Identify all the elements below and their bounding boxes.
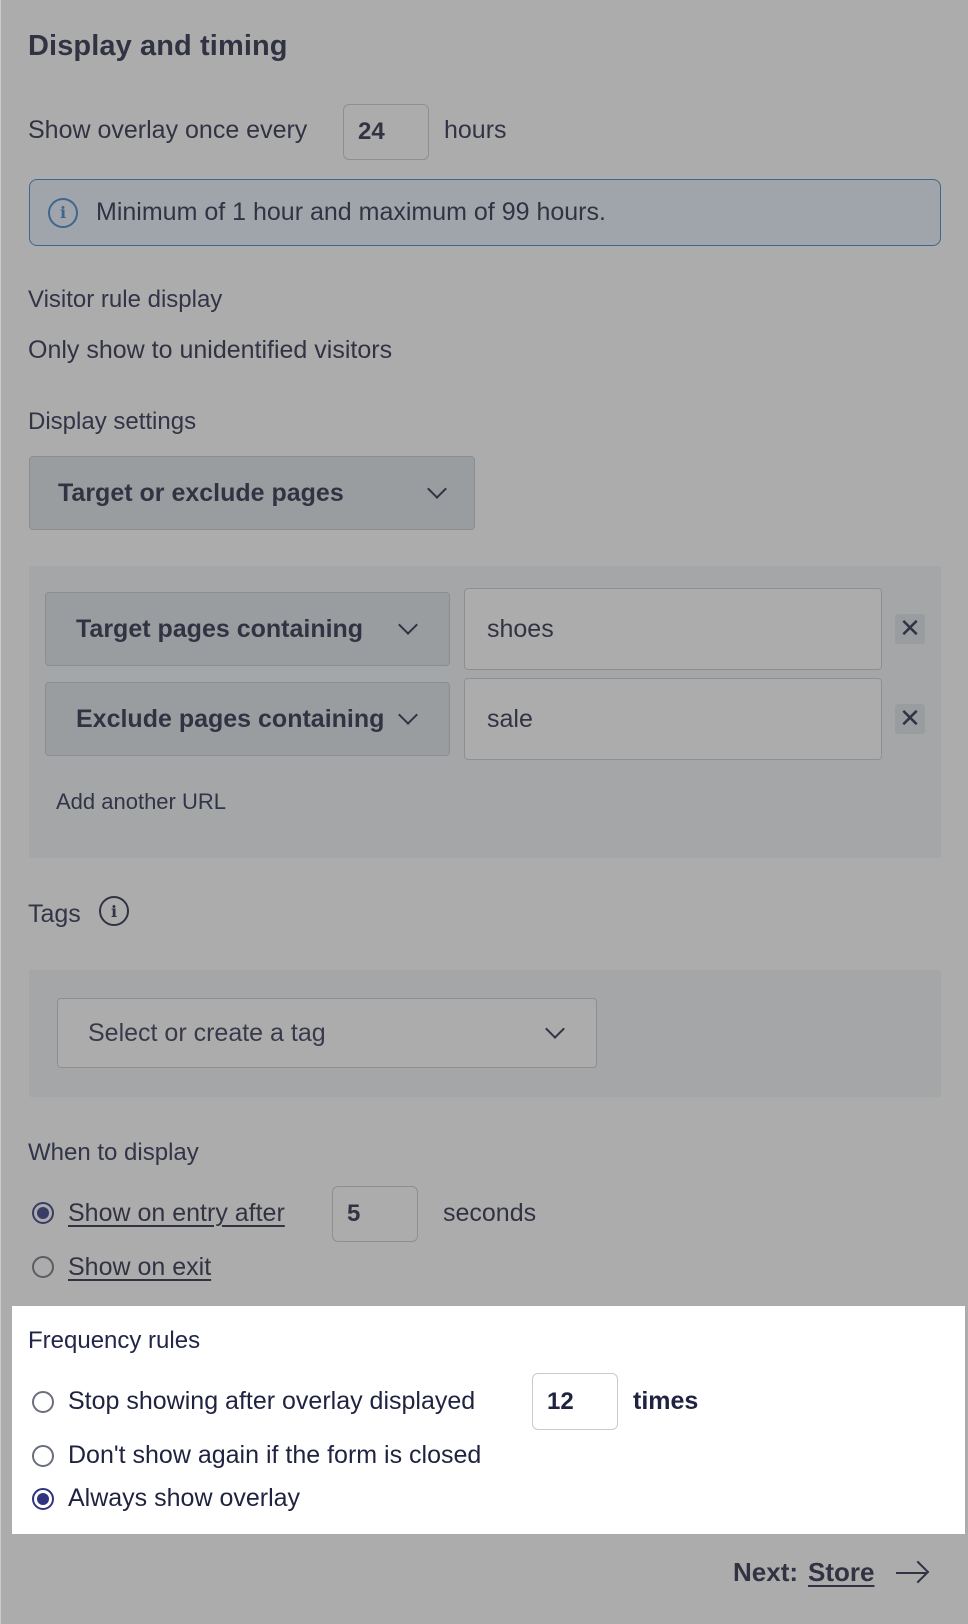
radio-show-on-exit[interactable]	[32, 1256, 54, 1278]
next-target: Store	[808, 1557, 875, 1587]
rule-type-select-1[interactable]: Target pages containing	[45, 592, 450, 666]
chevron-down-icon	[398, 705, 418, 725]
arrow-right-icon	[896, 1560, 930, 1585]
target-exclude-select[interactable]: Target or exclude pages	[29, 456, 475, 530]
chevron-down-icon	[427, 479, 447, 499]
radio-stop-showing[interactable]	[32, 1391, 54, 1413]
rule-type-select-2[interactable]: Exclude pages containing	[45, 682, 450, 756]
show-overlay-label: Show overlay once every	[28, 116, 308, 144]
radio-dont-show-closed[interactable]	[32, 1445, 54, 1467]
tag-select[interactable]: Select or create a tag	[57, 998, 597, 1068]
settings-page: Display and timing Show overlay once eve…	[0, 0, 968, 1624]
radio-show-on-entry[interactable]	[32, 1202, 54, 1224]
next-prefix: Next:	[733, 1557, 799, 1587]
rule-value-input-1[interactable]: shoes	[464, 588, 882, 670]
visitor-rule-label: Visitor rule display	[28, 286, 223, 313]
target-exclude-select-label: Target or exclude pages	[58, 478, 344, 507]
always-show-label[interactable]: Always show overlay	[68, 1484, 300, 1513]
info-alert: i Minimum of 1 hour and maximum of 99 ho…	[29, 179, 941, 246]
stop-times-input[interactable]: 12	[532, 1373, 618, 1430]
entry-seconds-input[interactable]: 5	[332, 1186, 418, 1242]
rule-type-label: Exclude pages containing	[76, 704, 385, 733]
chevron-down-icon	[398, 615, 418, 635]
seconds-suffix: seconds	[443, 1199, 537, 1227]
info-icon[interactable]: i	[99, 896, 129, 926]
frequency-rules-card: Frequency rules Stop showing after overl…	[12, 1306, 965, 1534]
add-url-link[interactable]: Add another URL	[56, 789, 226, 815]
chevron-down-icon	[545, 1019, 565, 1039]
when-to-display-label: When to display	[28, 1139, 199, 1166]
visitor-rule-value: Only show to unidentified visitors	[28, 336, 393, 364]
info-alert-text: Minimum of 1 hour and maximum of 99 hour…	[96, 198, 606, 226]
dont-show-closed-label[interactable]: Don't show again if the form is closed	[68, 1441, 481, 1470]
display-settings-label: Display settings	[28, 408, 197, 435]
rule-value-input-2[interactable]: sale	[464, 678, 882, 760]
show-on-entry-label[interactable]: Show on entry after	[68, 1199, 285, 1228]
hours-suffix: hours	[444, 116, 507, 144]
stop-showing-label[interactable]: Stop showing after overlay displayed	[68, 1387, 475, 1416]
section-title-display-timing: Display and timing	[28, 30, 288, 62]
tag-select-placeholder: Select or create a tag	[88, 1018, 326, 1047]
radio-always-show[interactable]	[32, 1488, 54, 1510]
close-icon[interactable]: ✕	[895, 614, 925, 644]
info-icon: i	[48, 197, 78, 228]
hours-input[interactable]: 24	[343, 104, 429, 160]
close-icon[interactable]: ✕	[895, 704, 925, 734]
rule-type-label: Target pages containing	[76, 614, 364, 643]
tags-label: Tags	[28, 900, 81, 928]
times-suffix: times	[633, 1387, 699, 1415]
dim-overlay-left	[1, 1306, 12, 1534]
frequency-rules-label: Frequency rules	[28, 1327, 201, 1354]
next-step-link[interactable]: Next: Store	[733, 1557, 930, 1588]
show-on-exit-label[interactable]: Show on exit	[68, 1253, 211, 1282]
